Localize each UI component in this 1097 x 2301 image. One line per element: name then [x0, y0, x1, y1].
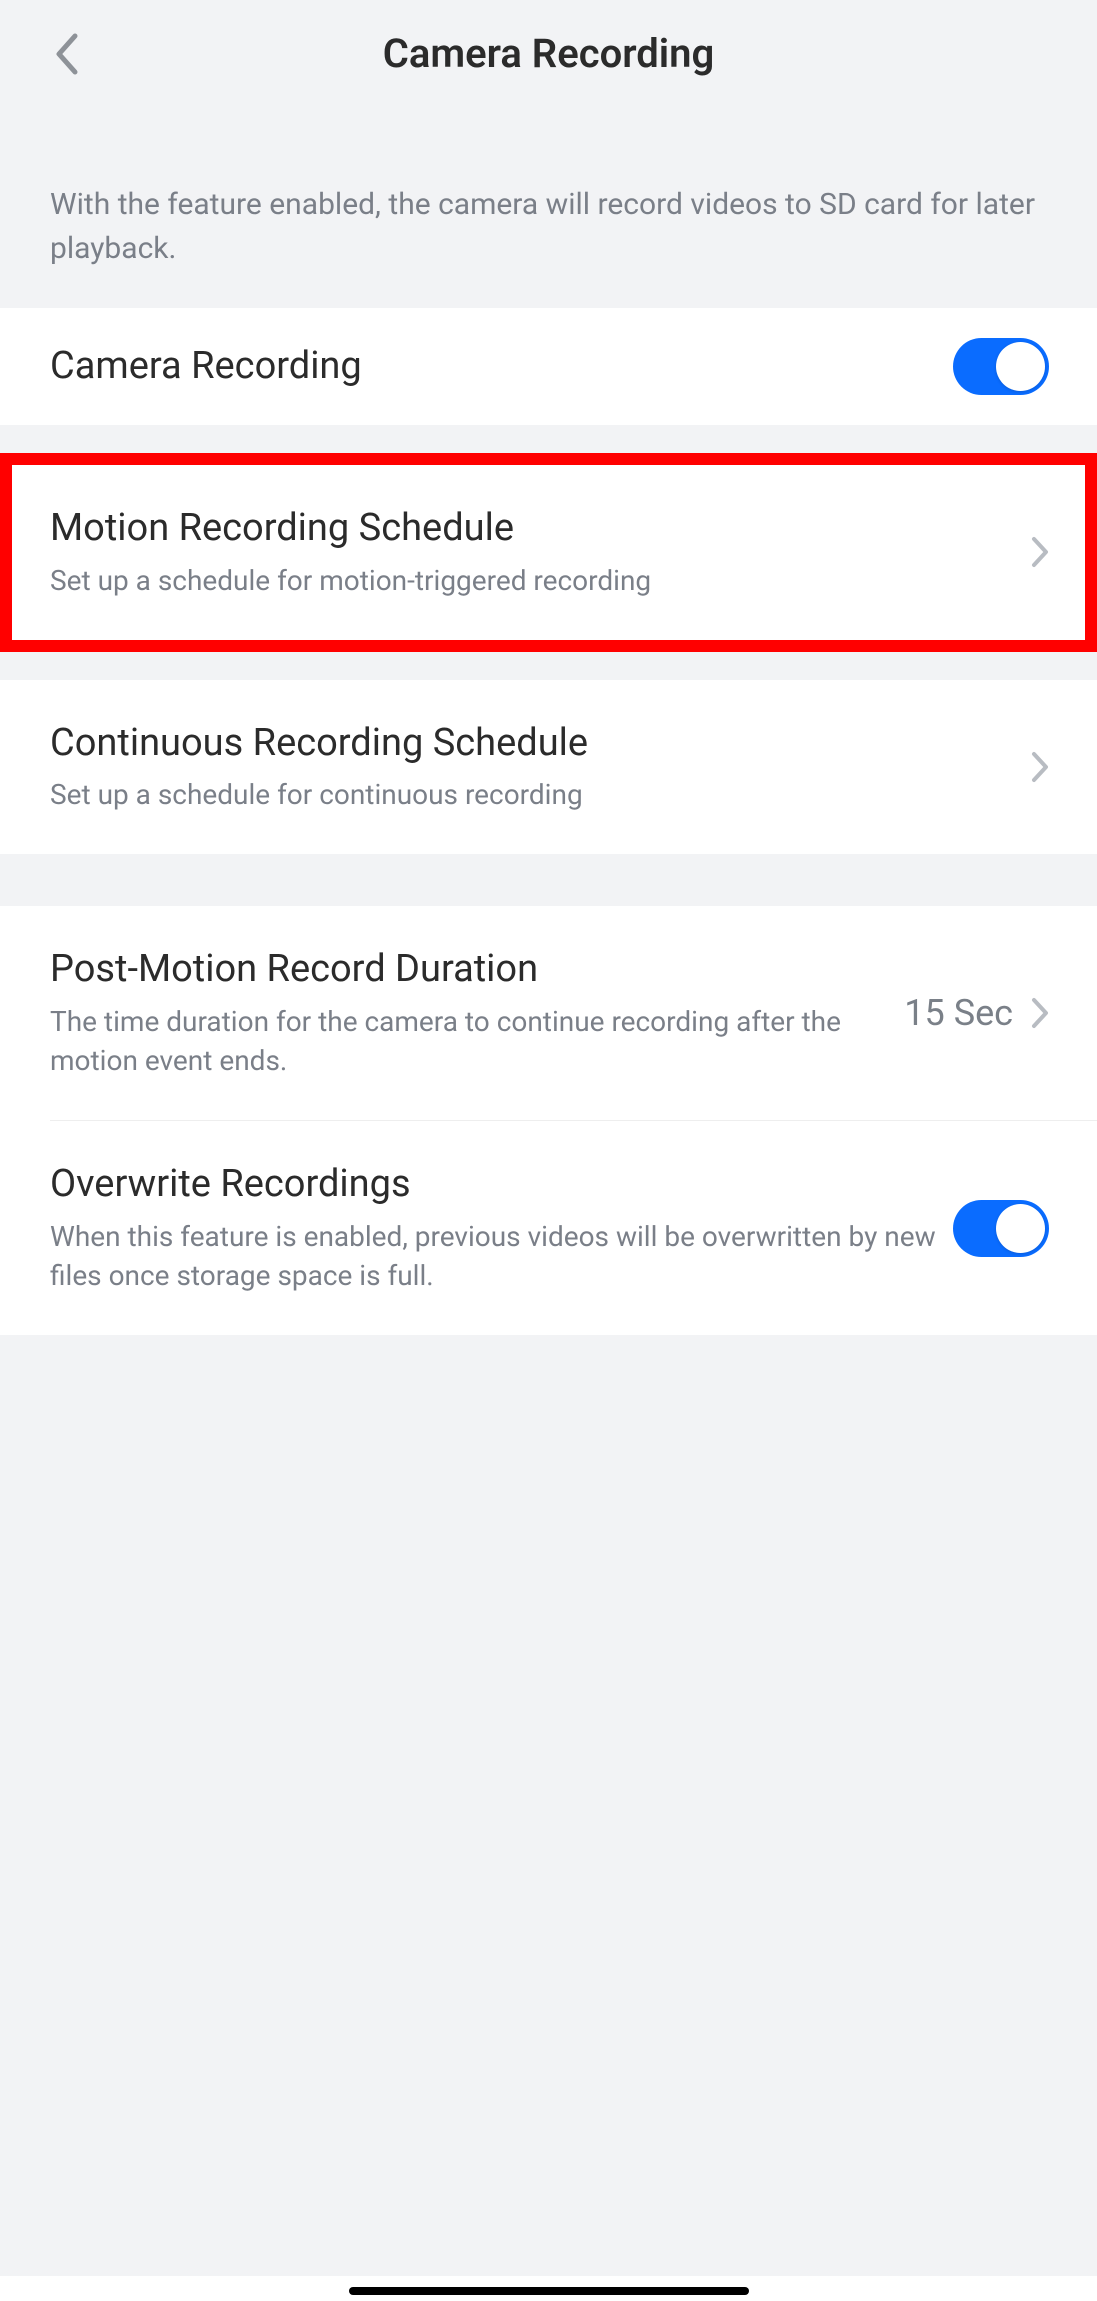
- chevron-left-icon: [53, 32, 79, 76]
- overwrite-subtitle: When this feature is enabled, previous v…: [50, 1217, 953, 1295]
- post-motion-duration-row[interactable]: Post-Motion Record Duration The time dur…: [0, 906, 1097, 1120]
- back-button[interactable]: [46, 34, 86, 74]
- camera-recording-row: Camera Recording: [0, 308, 1097, 425]
- camera-recording-toggle[interactable]: [953, 338, 1049, 395]
- overwrite-title: Overwrite Recordings: [50, 1161, 953, 1209]
- motion-schedule-subtitle: Set up a schedule for motion-triggered r…: [50, 561, 1031, 600]
- post-motion-subtitle: The time duration for the camera to cont…: [50, 1002, 904, 1080]
- post-motion-value: 15 Sec: [904, 992, 1013, 1034]
- camera-recording-title: Camera Recording: [50, 343, 953, 391]
- overwrite-recordings-row: Overwrite Recordings When this feature i…: [0, 1121, 1097, 1335]
- feature-description: With the feature enabled, the camera wil…: [0, 115, 1097, 308]
- home-indicator[interactable]: [349, 2287, 749, 2295]
- chevron-right-icon: [1031, 536, 1049, 568]
- continuous-recording-schedule-row[interactable]: Continuous Recording Schedule Set up a s…: [0, 680, 1097, 855]
- continuous-schedule-subtitle: Set up a schedule for continuous recordi…: [50, 775, 1031, 814]
- page-container: Camera Recording With the feature enable…: [0, 0, 1097, 2276]
- continuous-schedule-title: Continuous Recording Schedule: [50, 720, 1031, 768]
- header: Camera Recording: [0, 0, 1097, 115]
- motion-schedule-title: Motion Recording Schedule: [50, 505, 1031, 553]
- motion-recording-schedule-row[interactable]: Motion Recording Schedule Set up a sched…: [0, 465, 1097, 640]
- overwrite-toggle[interactable]: [953, 1200, 1049, 1257]
- bottom-safe-area: [0, 2276, 1097, 2301]
- chevron-right-icon: [1031, 751, 1049, 783]
- page-title: Camera Recording: [383, 30, 715, 77]
- chevron-right-icon: [1031, 997, 1049, 1029]
- post-motion-title: Post-Motion Record Duration: [50, 946, 904, 994]
